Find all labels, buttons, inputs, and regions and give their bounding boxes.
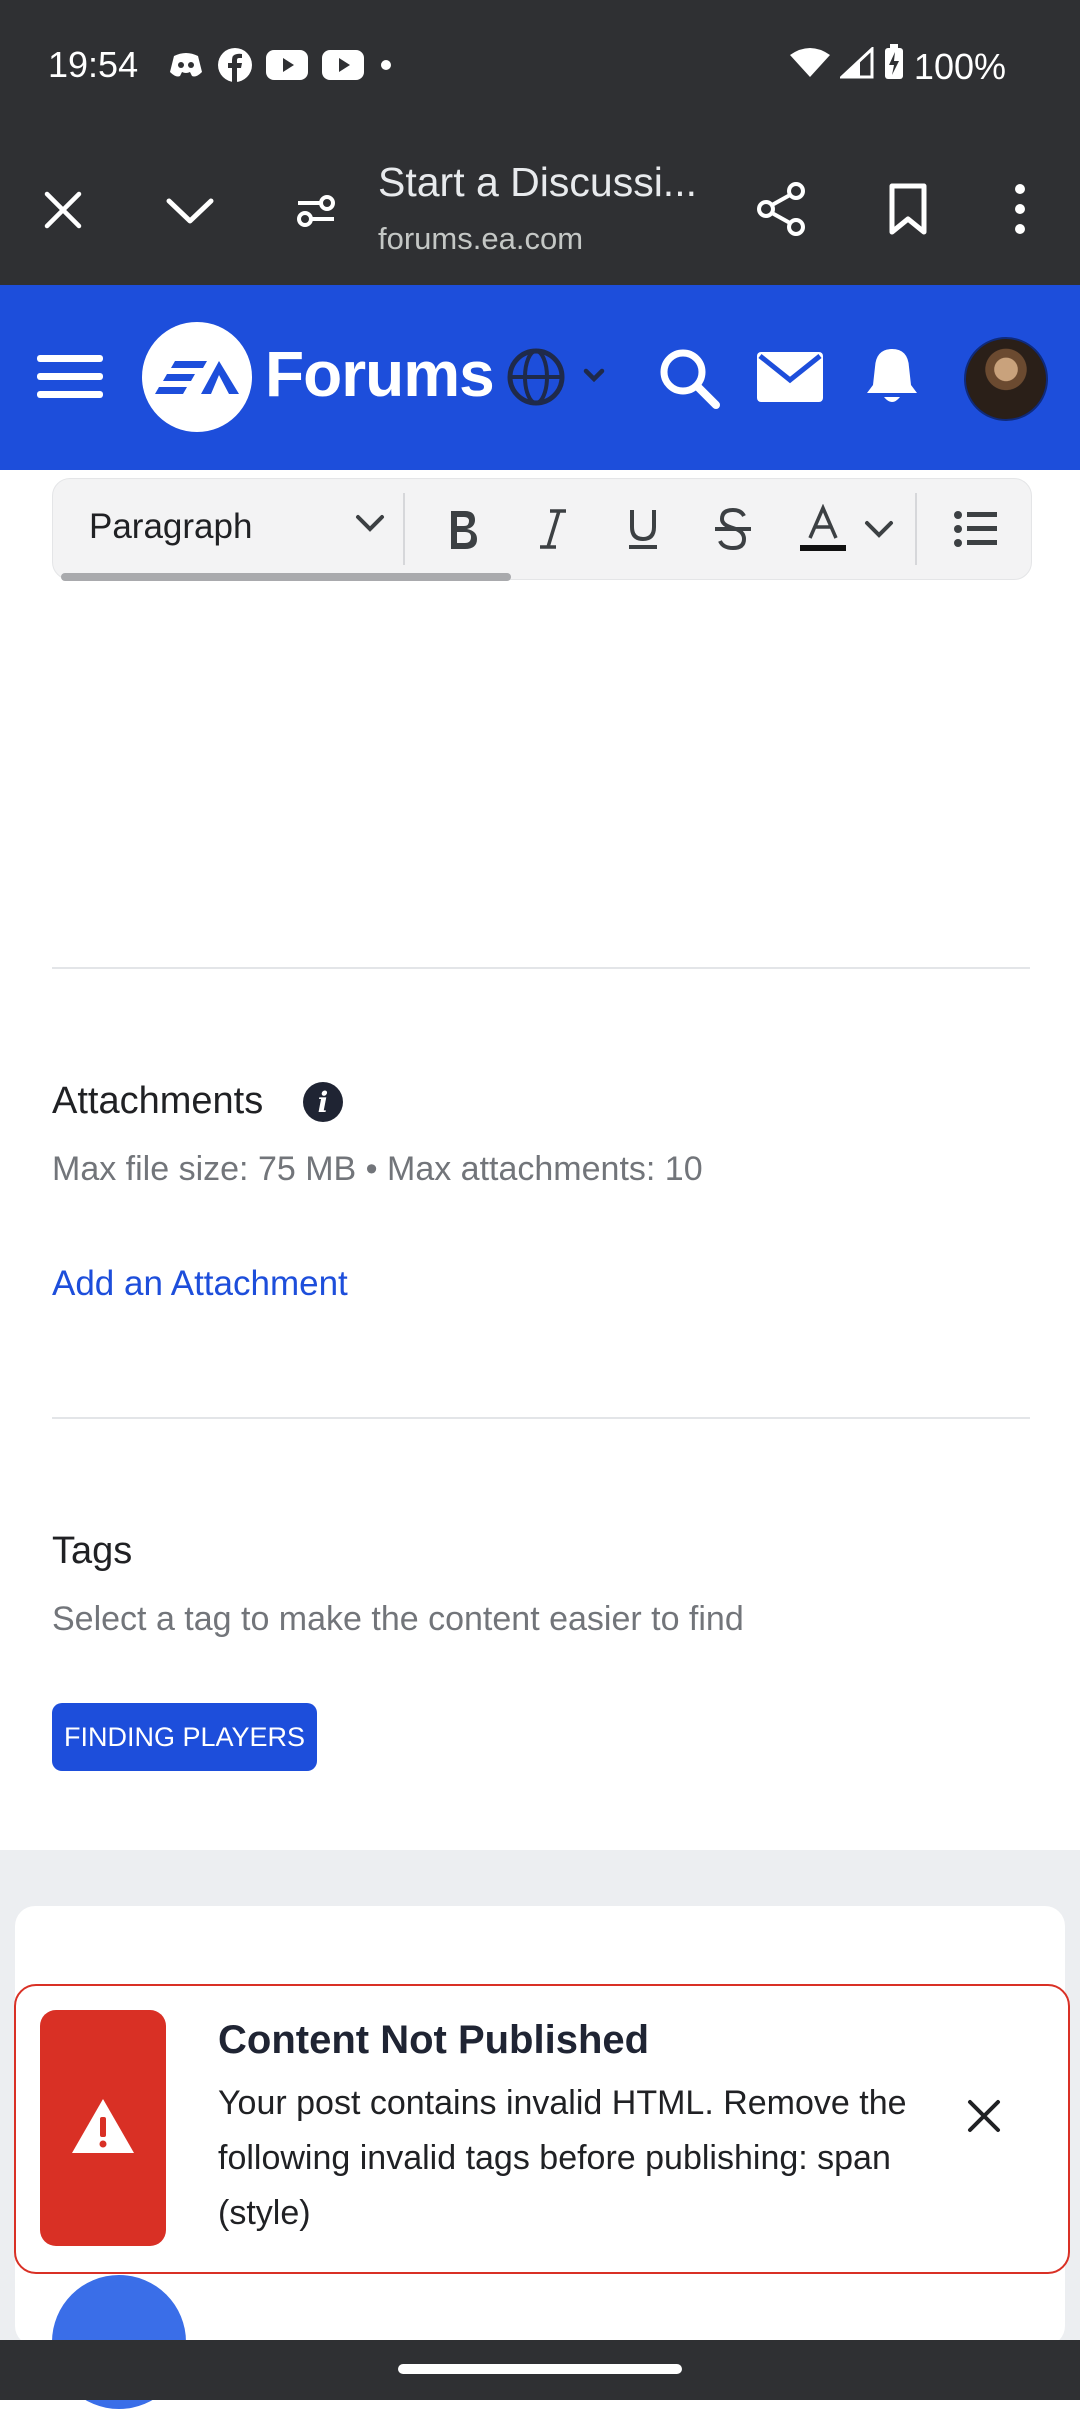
bookmark-icon[interactable] xyxy=(880,179,936,239)
more-notifications-dot-icon xyxy=(378,57,394,73)
chevron-down-icon[interactable] xyxy=(859,499,899,559)
home-gesture-handle[interactable] xyxy=(398,2364,682,2374)
add-attachment-link[interactable]: Add an Attachment xyxy=(52,1264,348,1304)
close-tab-icon[interactable] xyxy=(38,185,88,235)
bold-icon[interactable] xyxy=(433,499,493,559)
toolbar-divider xyxy=(403,493,405,565)
brand-name[interactable]: Forums xyxy=(265,337,495,411)
chevron-down-icon[interactable] xyxy=(355,513,385,538)
status-time: 19:54 xyxy=(48,44,139,85)
notifications-bell-icon[interactable] xyxy=(862,343,922,409)
underline-icon[interactable] xyxy=(613,499,673,559)
hamburger-menu-icon[interactable] xyxy=(36,347,104,407)
italic-icon[interactable] xyxy=(523,499,583,559)
section-divider xyxy=(52,1417,1030,1419)
youtube-icon xyxy=(322,50,364,80)
battery-charging-icon xyxy=(884,44,904,89)
facebook-icon xyxy=(218,48,252,82)
warning-icon xyxy=(70,2097,136,2160)
section-divider xyxy=(52,967,1030,969)
notification-icons xyxy=(168,48,394,82)
toast-accent xyxy=(40,2010,166,2246)
cellular-signal-icon xyxy=(838,45,874,88)
youtube-icon xyxy=(266,50,308,80)
attachment-limits: Max file size: 75 MB • Max attachments: … xyxy=(52,1150,703,1188)
editor-content-area[interactable] xyxy=(52,590,1030,960)
system-nav-bar xyxy=(0,2340,1080,2400)
status-bar: 19:54 100% xyxy=(0,0,1080,135)
toolbar-scrollbar[interactable] xyxy=(61,573,511,581)
site-header: Forums xyxy=(0,285,1080,470)
browser-toolbar: Start a Discussi... forums.ea.com xyxy=(0,135,1080,285)
info-icon[interactable]: i xyxy=(303,1082,343,1122)
wifi-icon xyxy=(789,46,830,88)
bulleted-list-icon[interactable] xyxy=(945,499,1005,559)
toast-title: Content Not Published xyxy=(218,2018,650,2062)
share-icon[interactable] xyxy=(752,179,812,239)
close-icon[interactable] xyxy=(966,2098,1002,2139)
language-globe-icon[interactable] xyxy=(506,347,606,407)
browser-page-title[interactable]: Start a Discussi... xyxy=(378,159,697,206)
error-toast: Content Not Published Your post contains… xyxy=(14,1984,1070,2274)
browser-url[interactable]: forums.ea.com xyxy=(378,221,583,257)
tags-hint: Select a tag to make the content easier … xyxy=(52,1600,744,1638)
messages-envelope-icon[interactable] xyxy=(756,349,824,405)
ea-logo-icon[interactable] xyxy=(142,322,252,432)
more-vert-icon[interactable] xyxy=(1000,179,1040,239)
editor-toolbar: Paragraph xyxy=(52,478,1032,581)
search-icon[interactable] xyxy=(656,345,722,411)
tags-heading: Tags xyxy=(52,1530,133,1572)
block-format-select[interactable]: Paragraph xyxy=(89,507,252,547)
status-right: 100% xyxy=(789,44,1006,89)
tag-finding-players[interactable]: FINDING PLAYERS xyxy=(52,1703,318,1771)
battery-percent: 100% xyxy=(913,45,1006,87)
chevron-down-icon[interactable] xyxy=(160,185,220,235)
discord-icon xyxy=(168,50,204,80)
strikethrough-icon[interactable] xyxy=(703,499,763,559)
text-color-icon[interactable] xyxy=(783,499,863,559)
toast-message: Your post contains invalid HTML. Remove … xyxy=(218,2084,907,2232)
site-settings-icon[interactable] xyxy=(288,183,344,239)
toolbar-divider xyxy=(915,493,917,565)
attachments-heading: Attachments xyxy=(52,1080,264,1122)
user-avatar[interactable] xyxy=(964,337,1048,421)
